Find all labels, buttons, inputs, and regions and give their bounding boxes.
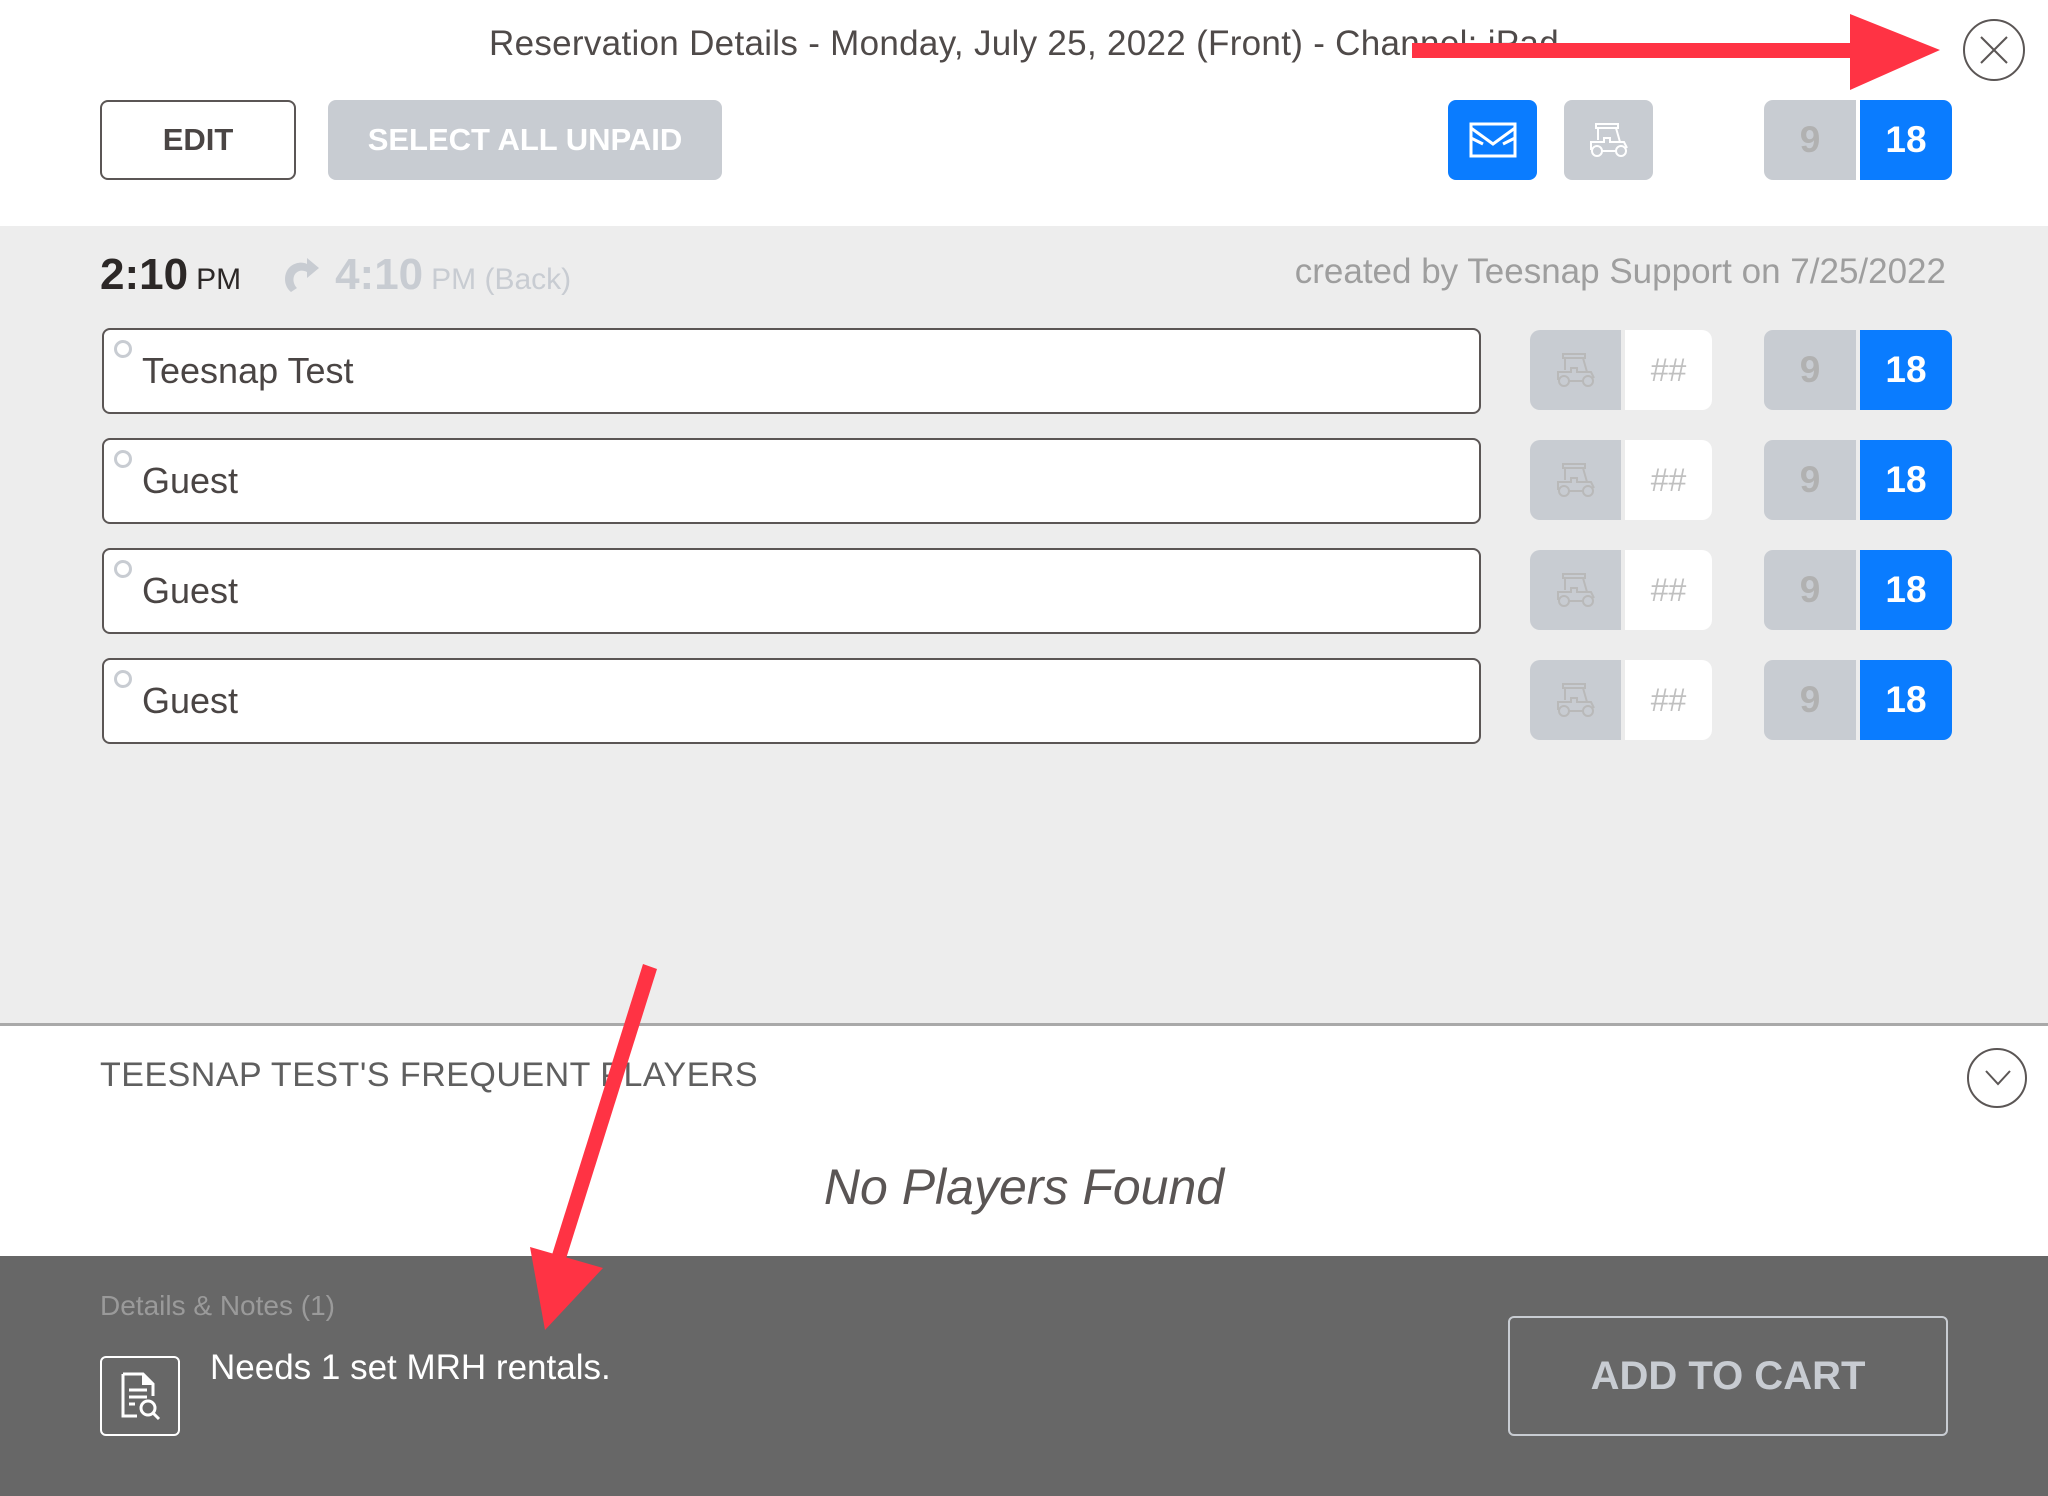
- expand-frequent-players-button[interactable]: [1967, 1048, 2027, 1108]
- note-text: Needs 1 set MRH rentals.: [210, 1348, 611, 1387]
- envelope-icon: [1469, 122, 1516, 158]
- select-all-unpaid-button[interactable]: SELECT ALL UNPAID: [328, 100, 722, 180]
- close-icon: [1980, 36, 2008, 64]
- golf-cart-icon: [1556, 463, 1595, 497]
- player-cart-button[interactable]: [1530, 550, 1621, 630]
- player-row: Guest ## 9 18: [0, 548, 2048, 634]
- holes-9-option[interactable]: 9: [1764, 550, 1856, 630]
- cart-number-group: ##: [1530, 550, 1712, 630]
- player-holes-toggle[interactable]: 9 18: [1764, 550, 1952, 630]
- document-search-icon: [121, 1372, 161, 1421]
- created-by-label: created by Teesnap Support on 7/25/2022: [1294, 252, 1946, 291]
- golf-cart-icon: [1556, 683, 1595, 717]
- player-name: Guest: [142, 570, 239, 611]
- golf-cart-icon: [1556, 573, 1595, 607]
- assign-carts-button[interactable]: [1564, 100, 1653, 180]
- golf-cart-icon: [1556, 353, 1595, 387]
- golf-cart-icon: [1589, 123, 1628, 157]
- player-name-field[interactable]: Guest: [102, 548, 1481, 634]
- player-name-field[interactable]: Teesnap Test: [102, 328, 1481, 414]
- no-players-message: No Players Found: [823, 1159, 1225, 1215]
- player-cart-button[interactable]: [1530, 440, 1621, 520]
- default-holes-toggle[interactable]: 9 18: [1764, 100, 1952, 180]
- cart-number-group: ##: [1530, 440, 1712, 520]
- redo-arrow-icon: [285, 258, 320, 292]
- holes-9-option[interactable]: 9: [1764, 440, 1856, 520]
- player-name: Guest: [142, 460, 239, 501]
- add-to-cart-button[interactable]: ADD TO CART: [1508, 1316, 1948, 1436]
- details-notes-label: Details & Notes (1): [100, 1290, 335, 1321]
- holes-18-option[interactable]: 18: [1860, 330, 1952, 410]
- header: Reservation Details - Monday, July 25, 2…: [0, 0, 2048, 226]
- player-name: Guest: [142, 680, 239, 721]
- holes-9-option[interactable]: 9: [1764, 330, 1856, 410]
- player-select-radio[interactable]: [114, 560, 132, 578]
- cart-number-input[interactable]: ##: [1625, 330, 1712, 410]
- player-holes-toggle[interactable]: 9 18: [1764, 440, 1952, 520]
- holes-18-option[interactable]: 18: [1860, 440, 1952, 520]
- page-title: Reservation Details - Monday, July 25, 2…: [489, 24, 1559, 63]
- holes-9-option[interactable]: 9: [1764, 660, 1856, 740]
- cart-number-input[interactable]: ##: [1625, 660, 1712, 740]
- cart-number-input[interactable]: ##: [1625, 550, 1712, 630]
- holes-18-option[interactable]: 18: [1860, 550, 1952, 630]
- cart-number-group: ##: [1530, 660, 1712, 740]
- tee-time: 2:10 PM 4:10 PM (Back): [100, 250, 571, 300]
- cart-number-group: ##: [1530, 330, 1712, 410]
- email-button[interactable]: [1448, 100, 1537, 180]
- close-button[interactable]: [1963, 19, 2025, 81]
- player-cart-button[interactable]: [1530, 330, 1621, 410]
- player-name-field[interactable]: Guest: [102, 438, 1481, 524]
- back-time: 4:10: [335, 250, 424, 299]
- player-select-radio[interactable]: [114, 670, 132, 688]
- player-select-radio[interactable]: [114, 450, 132, 468]
- edit-button[interactable]: EDIT: [100, 100, 296, 180]
- front-time-ampm: PM: [196, 263, 242, 296]
- holes-18-option[interactable]: 18: [1860, 660, 1952, 740]
- holes-18-option[interactable]: 18: [1860, 100, 1952, 180]
- player-cart-button[interactable]: [1530, 660, 1621, 740]
- player-holes-toggle[interactable]: 9 18: [1764, 330, 1952, 410]
- holes-9-option[interactable]: 9: [1764, 100, 1856, 180]
- player-name-field[interactable]: Guest: [102, 658, 1481, 744]
- front-time: 2:10: [100, 250, 189, 299]
- player-row: Guest ## 9 18: [0, 438, 2048, 524]
- cart-number-input[interactable]: ##: [1625, 440, 1712, 520]
- view-notes-button[interactable]: [100, 1356, 180, 1436]
- back-time-label: PM (Back): [431, 263, 572, 296]
- frequent-players-title: TEESNAP TEST'S FREQUENT PLAYERS: [100, 1056, 759, 1094]
- player-name: Teesnap Test: [142, 350, 354, 391]
- player-select-radio[interactable]: [114, 340, 132, 358]
- player-row: Teesnap Test ## 9 18: [0, 328, 2048, 414]
- chevron-down-icon: [1985, 1070, 2011, 1086]
- player-holes-toggle[interactable]: 9 18: [1764, 660, 1952, 740]
- player-row: Guest ## 9 18: [0, 658, 2048, 744]
